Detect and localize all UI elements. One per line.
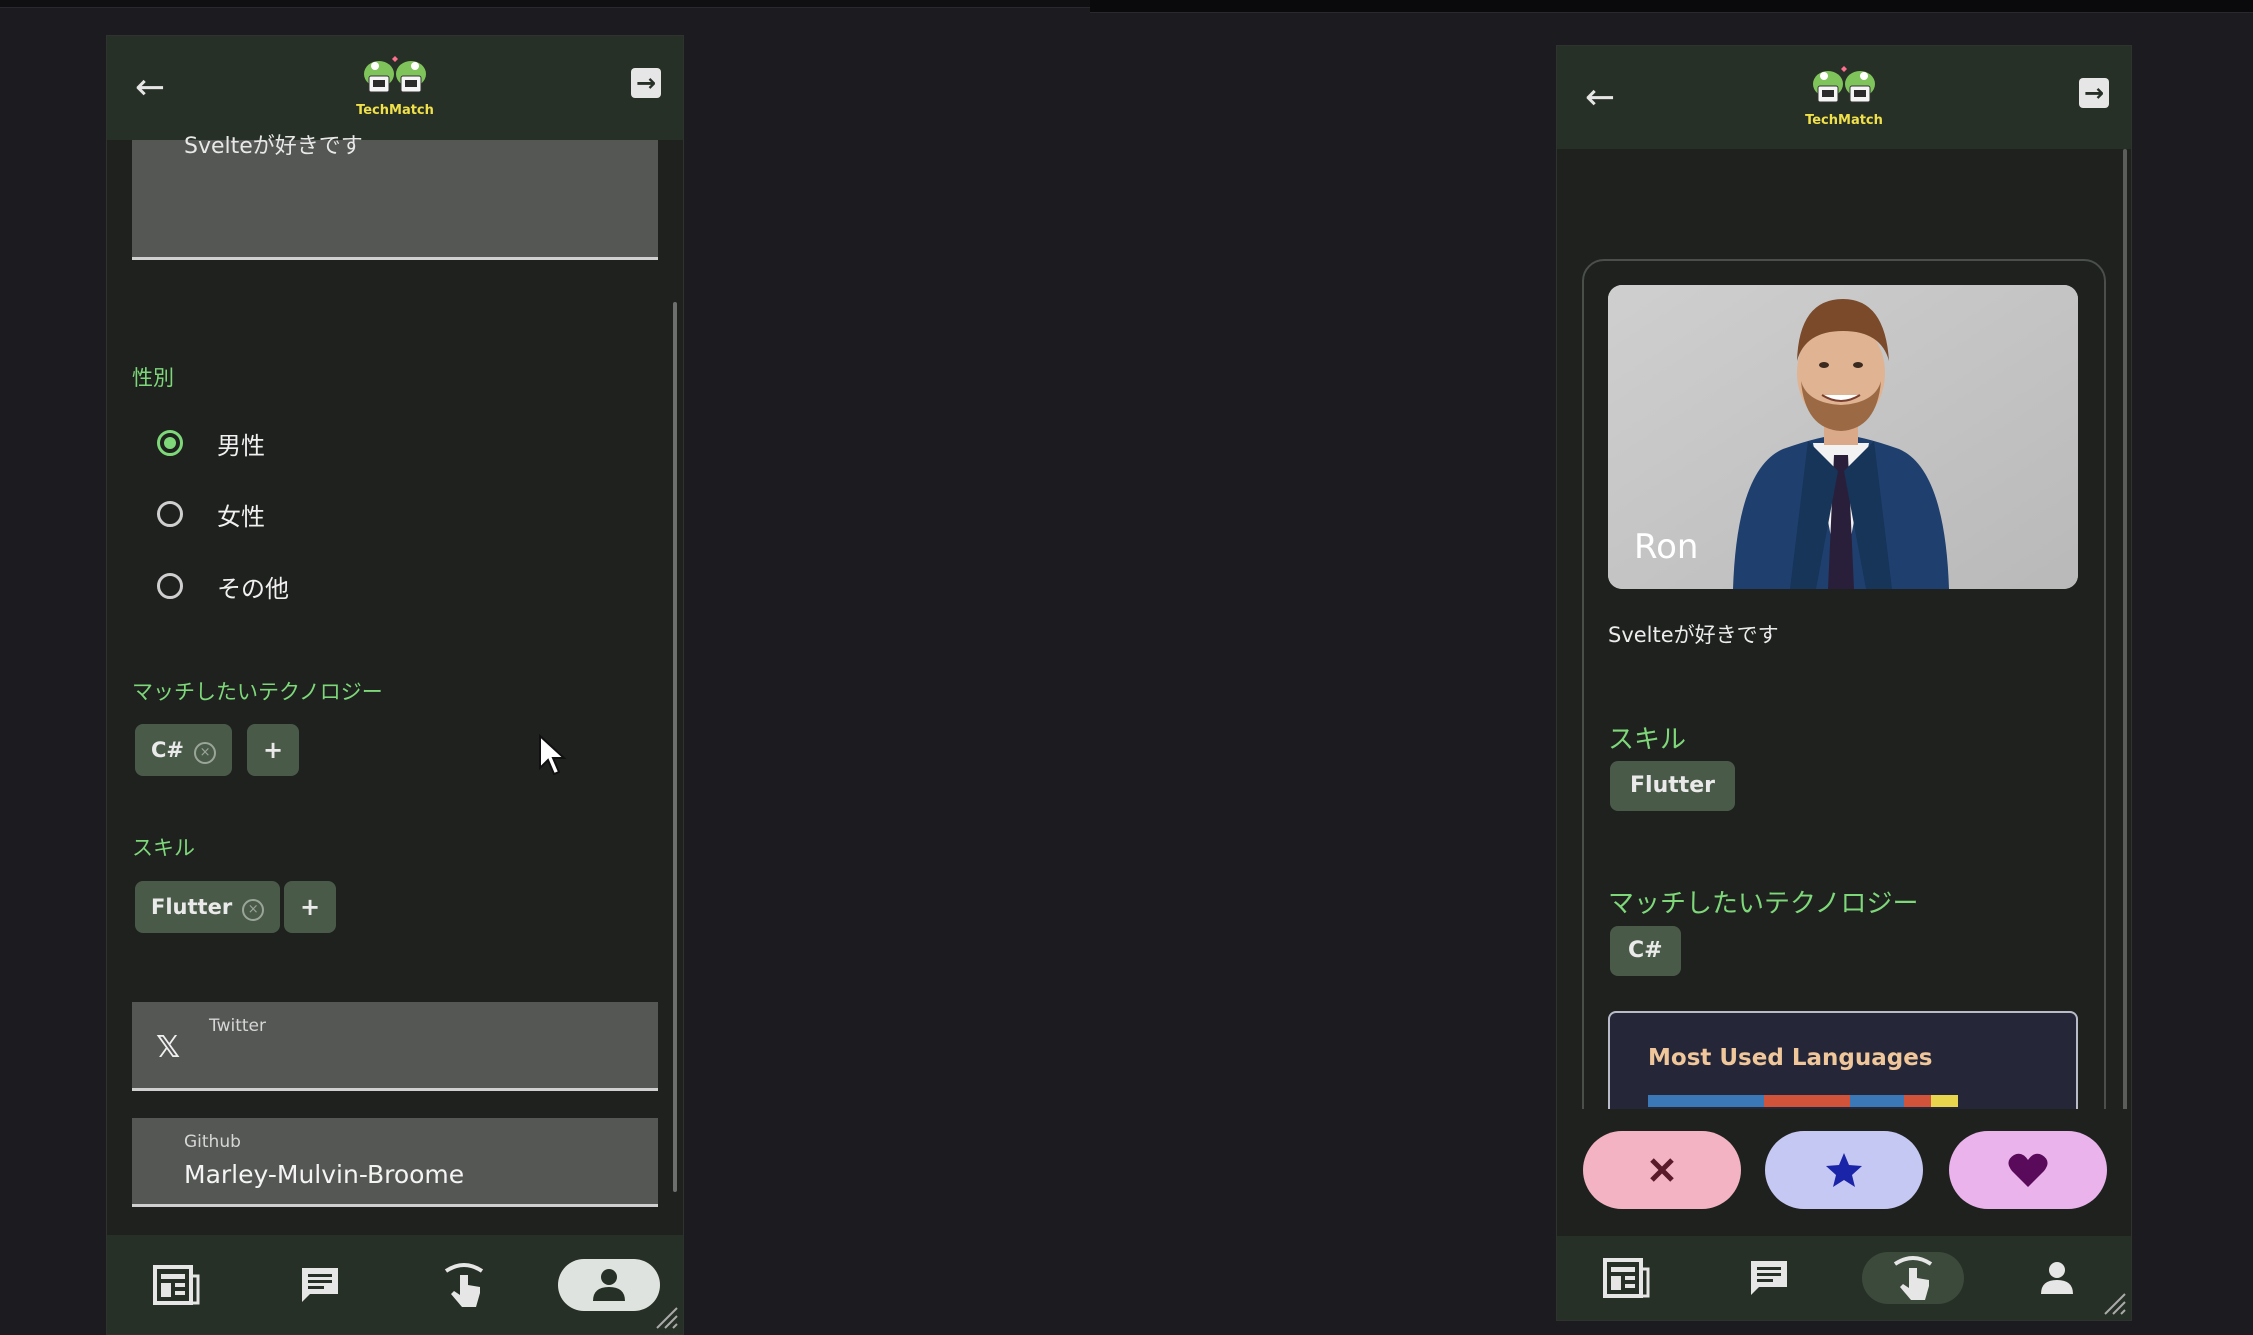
radio-label: 女性 (217, 503, 265, 531)
scrollbar[interactable] (673, 302, 677, 1192)
heart-icon (2008, 1153, 2048, 1187)
nav-news[interactable] (126, 1235, 226, 1334)
chip-flutter[interactable]: Flutter × (135, 881, 281, 933)
bottom-nav (107, 1235, 683, 1334)
back-arrow-icon[interactable]: ← (135, 68, 165, 108)
nav-profile[interactable] (2007, 1236, 2107, 1320)
languages-bar (1648, 1095, 2036, 1107)
bottom-nav (1557, 1236, 2131, 1320)
radio-label: その他 (217, 575, 289, 603)
add-match-tech-button[interactable]: + (247, 724, 299, 776)
scrollbar[interactable] (2123, 149, 2127, 1109)
nav-chat[interactable] (1719, 1236, 1819, 1320)
newspaper-icon (1603, 1258, 1650, 1298)
newspaper-icon (153, 1264, 200, 1305)
profile-card-area: Ron Svelteが好きです スキル Flutter マッチしたいテクノロジー… (1557, 149, 2131, 1109)
swipe-hand-icon (1893, 1256, 1933, 1300)
app-bar: ← TechMatch → (1557, 46, 2131, 149)
chip-csharp[interactable]: C# × (135, 724, 233, 776)
nav-profile[interactable] (558, 1235, 660, 1334)
profile-bio: Svelteが好きです (1608, 623, 1779, 647)
language-segment (1648, 1095, 1765, 1107)
profile-name: Ron (1634, 527, 1699, 567)
app-bar: ← TechMatch → (107, 36, 683, 140)
language-segment (1849, 1095, 1905, 1107)
remove-chip-icon[interactable]: × (242, 899, 265, 921)
github-field[interactable]: Github Marley-Mulvin-Broome (132, 1118, 658, 1207)
mouse-cursor-icon (539, 734, 567, 776)
languages-title: Most Used Languages (1648, 1045, 1933, 1071)
profile-card[interactable]: Ron Svelteが好きです スキル Flutter マッチしたいテクノロジー… (1582, 259, 2106, 1109)
back-arrow-icon[interactable]: ← (1585, 78, 1615, 118)
radio-unselected-icon (157, 501, 183, 527)
swipe-actions (1557, 1109, 2131, 1236)
remove-chip-icon[interactable]: × (194, 742, 217, 764)
nav-news[interactable] (1576, 1236, 1676, 1320)
language-segment (1904, 1095, 1932, 1107)
person-icon (2041, 1262, 2073, 1294)
match-tech-label: マッチしたいテクノロジー (132, 680, 383, 704)
bio-textarea[interactable]: Svelteが好きです (132, 134, 658, 260)
techmatch-logo: TechMatch (1805, 66, 1883, 128)
chat-icon (302, 1267, 338, 1302)
window-top-strip-right (1090, 0, 2253, 13)
x-logo-icon: 𝕏 (156, 1030, 181, 1065)
profile-photo: Ron (1608, 285, 2078, 589)
logout-icon[interactable]: → (2079, 78, 2109, 108)
logo-text: TechMatch (356, 103, 434, 118)
nav-swipe[interactable] (414, 1235, 514, 1334)
nope-button[interactable] (1583, 1131, 1741, 1209)
nav-chat[interactable] (270, 1235, 370, 1334)
most-used-languages-card: Most Used Languages (1608, 1011, 2078, 1109)
bio-text: Svelteが好きです (184, 134, 363, 159)
swipe-hand-icon (444, 1262, 484, 1307)
chip-flutter: Flutter (1610, 761, 1736, 811)
radio-selected-icon (157, 430, 183, 456)
language-segment (1764, 1095, 1850, 1107)
resize-handle-icon[interactable] (2101, 1290, 2127, 1316)
person-icon (593, 1268, 625, 1301)
add-skill-button[interactable]: + (284, 881, 336, 933)
nav-swipe[interactable] (1862, 1236, 1964, 1320)
profile-form: Svelteが好きです 性別 男性 女性 その他 マッチしたいテクノロジー C#… (107, 134, 683, 1241)
logout-icon[interactable]: → (631, 68, 661, 98)
radio-label: 男性 (217, 432, 265, 460)
logo-text: TechMatch (1805, 113, 1883, 128)
swipe-card-phone: ← TechMatch → Ron Svelteが好きです スキル Flutte… (1556, 45, 2132, 1321)
window-top-strip (0, 0, 1090, 8)
like-button[interactable] (1949, 1131, 2107, 1209)
chip-label: Flutter (151, 895, 233, 919)
github-label: Github (184, 1132, 241, 1152)
resize-handle-icon[interactable] (653, 1304, 679, 1330)
language-segment (1931, 1095, 1959, 1107)
star-icon (1826, 1153, 1862, 1187)
gender-label: 性別 (132, 366, 174, 390)
super-like-button[interactable] (1765, 1131, 1923, 1209)
github-value: Marley-Mulvin-Broome (184, 1160, 465, 1189)
skills-label: スキル (1608, 725, 1687, 755)
chat-icon (1751, 1261, 1787, 1295)
twitter-label: Twitter (209, 1016, 266, 1036)
techmatch-logo: TechMatch (356, 56, 434, 118)
profile-edit-phone: ← TechMatch → Svelteが好きです 性別 男性 女性 その他 マ… (106, 35, 684, 1335)
skills-label: スキル (132, 836, 195, 860)
radio-unselected-icon (157, 573, 183, 599)
close-icon (1650, 1158, 1674, 1182)
twitter-field[interactable]: 𝕏 Twitter (132, 1002, 658, 1091)
chip-csharp: C# (1610, 926, 1681, 976)
chip-label: C# (151, 738, 185, 762)
match-tech-label: マッチしたいテクノロジー (1608, 889, 1919, 919)
